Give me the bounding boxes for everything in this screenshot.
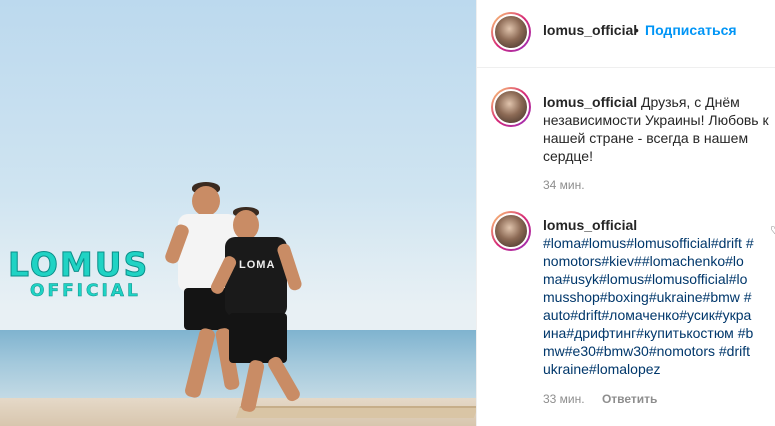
comment-text: lomus_official #loma#lomus#lomusofficial… <box>543 216 755 378</box>
post-sidebar: lomus_official • Подписаться lomus_offic… <box>476 0 775 426</box>
comment-time[interactable]: 33 мин. <box>543 392 585 406</box>
logo-line-1: LOMUS <box>8 245 150 284</box>
caption-meta: 34 мин. <box>543 178 585 192</box>
heart-icon[interactable]: ♡ <box>770 224 775 237</box>
caption-avatar[interactable] <box>491 87 531 127</box>
lomus-official-logo: LOMUS OFFICIAL <box>8 245 158 301</box>
header-username[interactable]: lomus_official <box>543 22 637 38</box>
header-separator: • <box>634 22 639 38</box>
runner-black-shirt: LOMA <box>208 205 315 415</box>
post-header: lomus_official • Подписаться <box>477 0 775 68</box>
comment-meta: 33 мин. Ответить <box>543 392 657 406</box>
comment-username[interactable]: lomus_official <box>543 216 755 234</box>
shirt-print: LOMA <box>239 259 276 271</box>
logo-line-2: OFFICIAL <box>30 281 141 301</box>
post-photo[interactable]: LOMUS OFFICIAL LOMA <box>0 0 476 426</box>
comment-hashtags[interactable]: #loma#lomus#lomusofficial#drift #nomotor… <box>543 234 755 378</box>
caption-time[interactable]: 34 мин. <box>543 178 585 192</box>
comment-avatar[interactable] <box>491 211 531 251</box>
reply-button[interactable]: Ответить <box>602 392 657 406</box>
instagram-post-view: LOMUS OFFICIAL LOMA lomus_official • Под… <box>0 0 775 426</box>
caption-text: lomus_official Друзья, с Днём независимо… <box>543 93 773 165</box>
avatar[interactable] <box>491 12 531 52</box>
follow-button[interactable]: Подписаться <box>645 22 737 38</box>
caption-username[interactable]: lomus_official <box>543 94 637 110</box>
